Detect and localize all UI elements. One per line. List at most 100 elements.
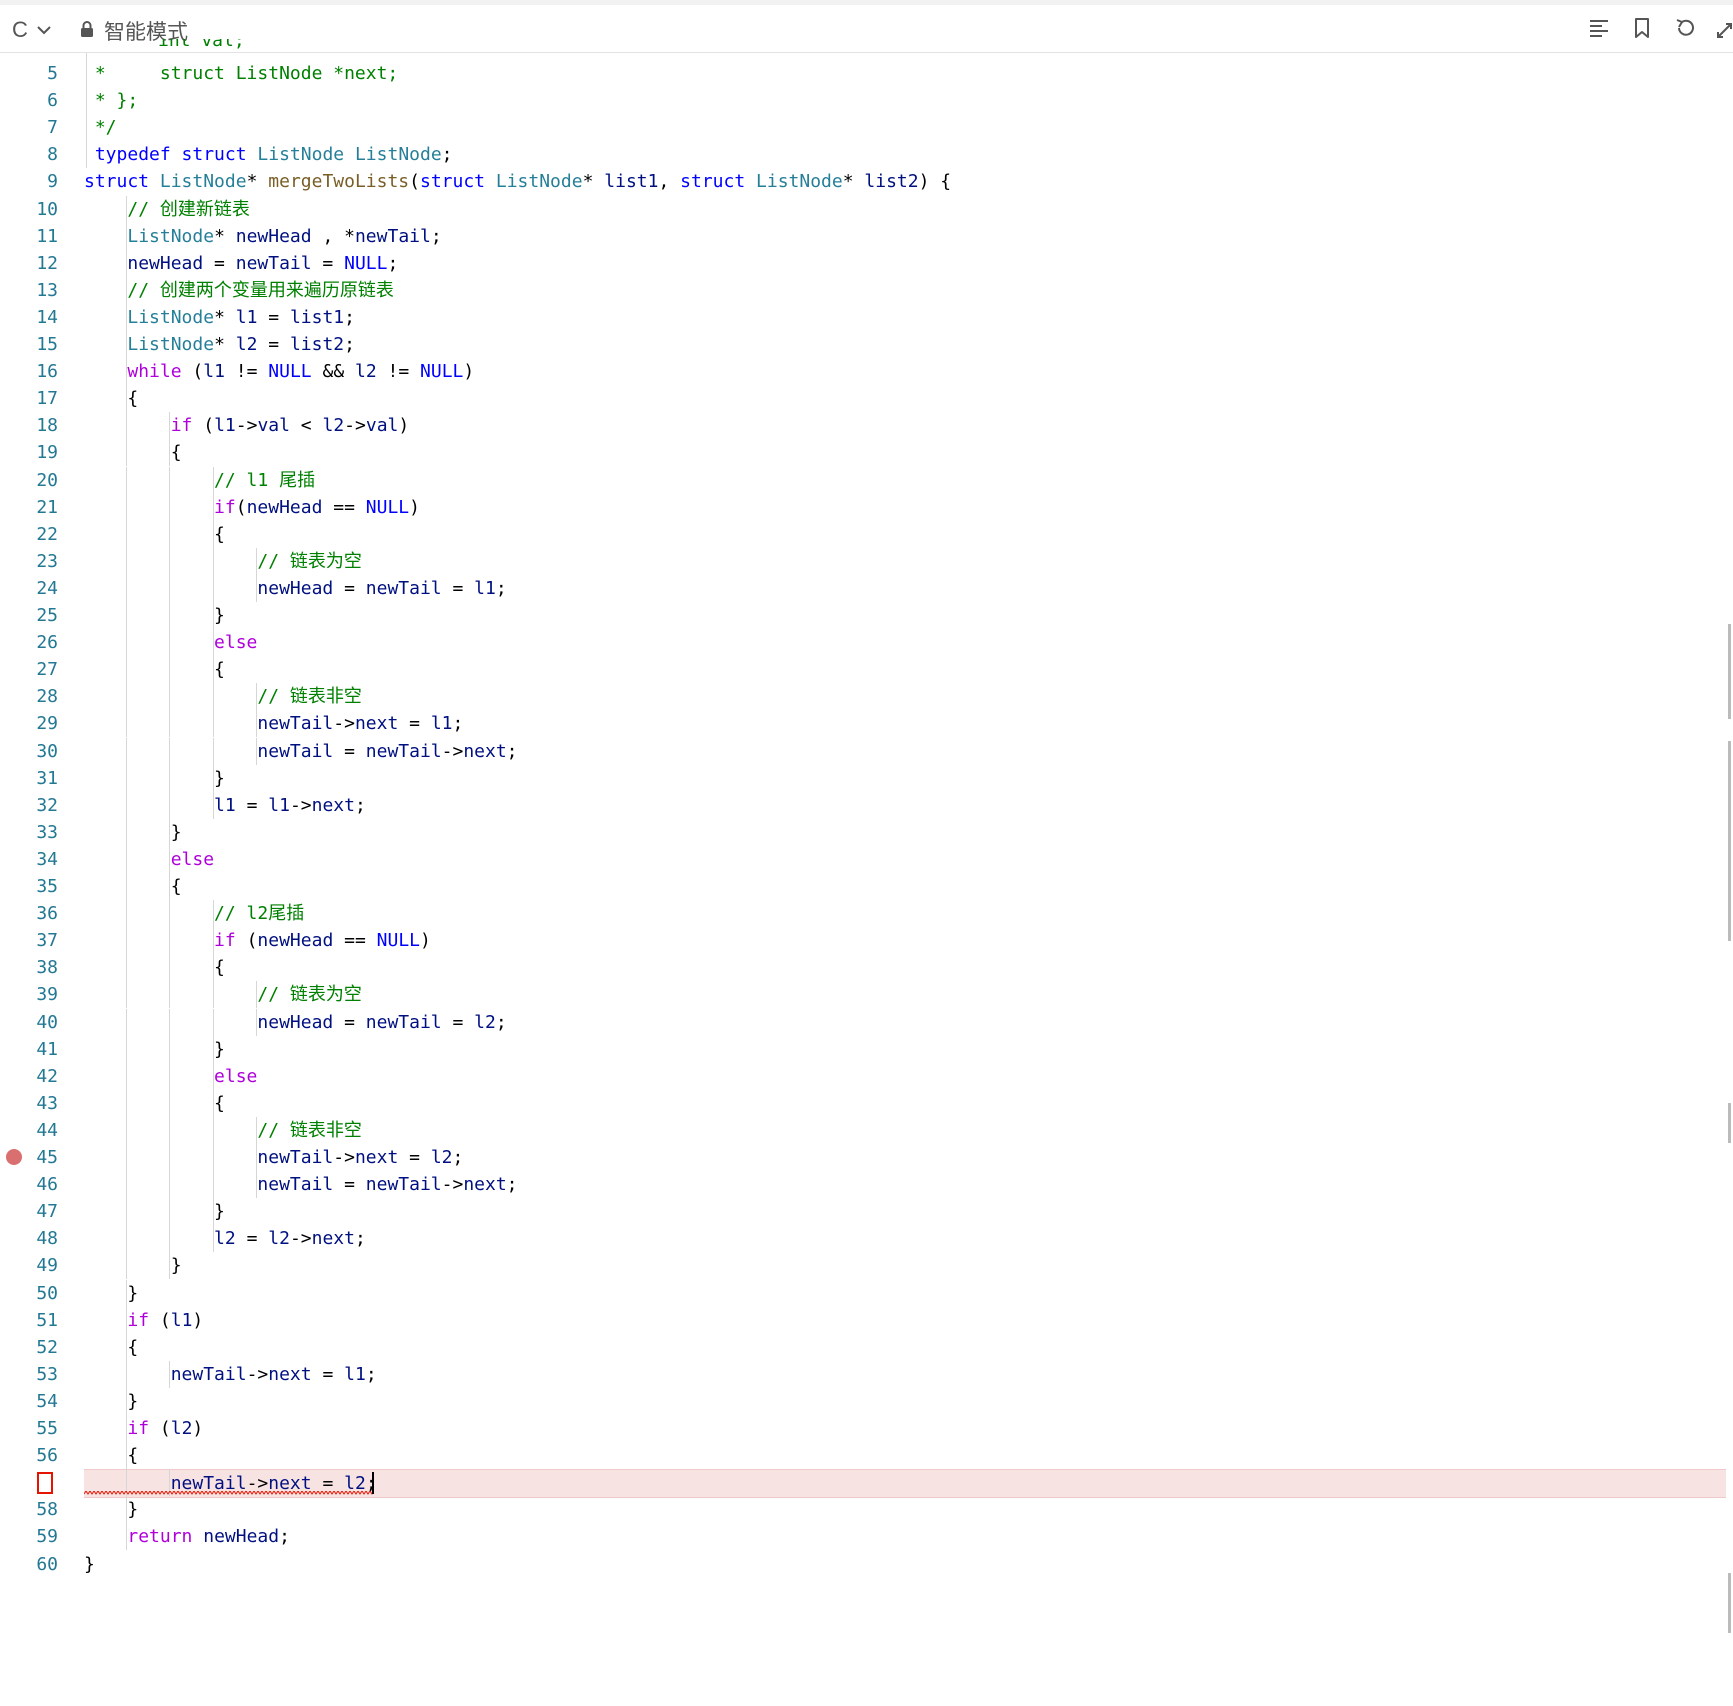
code-line[interactable]: 7 */ — [0, 114, 1733, 141]
code-line[interactable]: 31 } — [0, 765, 1733, 792]
code-line[interactable]: 54 } — [0, 1388, 1733, 1415]
code-editor[interactable]: int val; 5 * struct ListNode *next; 6 * }… — [0, 39, 1733, 1706]
code-line[interactable]: 49 } — [0, 1252, 1733, 1279]
code-line[interactable]: 42 else — [0, 1063, 1733, 1090]
line-number: 15 — [36, 334, 58, 355]
code-text: while (l1 != NULL && l2 != NULL) — [127, 361, 475, 383]
code-line[interactable]: 35 { — [0, 873, 1733, 900]
code-text: } — [84, 821, 182, 843]
code-line[interactable]: 40 newHead = newTail = l2; — [0, 1009, 1733, 1036]
code-line[interactable]: 50 } — [0, 1280, 1733, 1307]
code-line[interactable]: 26 else — [0, 629, 1733, 656]
code-line[interactable]: 43 { — [0, 1090, 1733, 1117]
code-line[interactable]: 51 if (l1) — [0, 1307, 1733, 1334]
line-number: 59 — [36, 1526, 58, 1548]
code-line[interactable]: 16 while (l1 != NULL && l2 != NULL) — [0, 358, 1733, 385]
indent-guide — [169, 900, 171, 928]
indent-guide — [169, 710, 171, 738]
line-number: 49 — [36, 1255, 58, 1277]
error-marker-icon[interactable] — [37, 1472, 53, 1495]
code-line[interactable]: 24 newHead = newTail = l1; — [0, 575, 1733, 602]
code-line[interactable]: 46 newTail = newTail->next; — [0, 1171, 1733, 1198]
indent-guide — [169, 493, 171, 521]
code-line[interactable]: 29 newTail->next = l1; — [0, 710, 1733, 737]
code-line[interactable]: 58 } — [0, 1496, 1733, 1523]
code-text: newTail->next = l2; — [257, 1147, 464, 1168]
line-number: 22 — [36, 523, 58, 545]
vertical-scrollbar[interactable] — [1726, 53, 1733, 1706]
breakpoint-icon[interactable] — [6, 1149, 22, 1165]
code-line[interactable]: 38 { — [0, 954, 1733, 981]
line-number: 54 — [36, 1390, 58, 1412]
code-text: } — [84, 1282, 139, 1304]
indent-guide — [169, 1198, 171, 1226]
code-line[interactable]: 9 struct ListNode* mergeTwoLists(struct L… — [0, 168, 1733, 195]
indent-guide — [126, 1225, 127, 1253]
code-line[interactable]: 8 typedef struct ListNode ListNode; — [0, 141, 1733, 168]
code-text: } — [84, 767, 225, 789]
code-line[interactable]: 60} — [0, 1551, 1733, 1578]
code-line[interactable]: 37 if (newHead == NULL) — [0, 927, 1733, 954]
code-line[interactable]: 21 if(newHead == NULL) — [0, 494, 1733, 521]
indent-guide — [126, 764, 127, 792]
indent-guide — [256, 710, 258, 738]
line-number: 53 — [36, 1363, 58, 1385]
code-line[interactable]: 12 newHead = newTail = NULL; — [0, 250, 1733, 277]
code-line[interactable]: 5 * struct ListNode *next; — [0, 60, 1733, 87]
code-line[interactable]: 32 l1 = l1->next; — [0, 792, 1733, 819]
line-number: 20 — [36, 469, 58, 491]
code-line[interactable]: 23 // 链表为空 — [0, 548, 1733, 575]
chevron-down-icon[interactable] — [36, 21, 52, 40]
indent-guide — [126, 845, 127, 873]
code-line[interactable]: 10 // 创建新链表 — [0, 196, 1733, 223]
code-line[interactable]: 14 ListNode* l1 = list1; — [0, 304, 1733, 331]
line-number: 9 — [47, 171, 58, 193]
code-line[interactable]: 15 ListNode* l2 = list2; — [0, 331, 1733, 358]
code-line[interactable]: 55 if (l2) — [0, 1415, 1733, 1442]
code-text: newHead = newTail = l1; — [257, 577, 507, 599]
code-line[interactable]: 52 { — [0, 1334, 1733, 1361]
code-line[interactable]: 41 } — [0, 1036, 1733, 1063]
code-line[interactable]: 6 * }; — [0, 87, 1733, 114]
line-number: 16 — [36, 361, 58, 383]
code-line[interactable]: 13 // 创建两个变量用来遍历原链表 — [0, 277, 1733, 304]
code-line[interactable]: 28 // 链表非空 — [0, 683, 1733, 710]
code-line[interactable]: 56 { — [0, 1442, 1733, 1469]
indent-guide — [126, 249, 127, 277]
line-number: 5 — [47, 63, 58, 84]
code-line[interactable]: 30 newTail = newTail->next; — [0, 738, 1733, 765]
indent-guide — [212, 602, 214, 630]
line-number: 10 — [36, 198, 58, 220]
code-text: * struct ListNode *next; — [84, 63, 399, 84]
line-number: 29 — [36, 713, 58, 735]
code-line[interactable]: 36 // l2尾插 — [0, 900, 1733, 927]
code-line[interactable]: 25 } — [0, 602, 1733, 629]
scrollbar-mark — [1728, 741, 1731, 941]
code-line[interactable]: 18 if (l1->val < l2->val) — [0, 412, 1733, 439]
code-text: { — [84, 1445, 139, 1467]
line-number: 36 — [36, 903, 58, 925]
indent-guide — [212, 520, 214, 548]
code-line[interactable]: 44 // 链表非空 — [0, 1117, 1733, 1144]
code-line[interactable]: 45 newTail->next = l2; — [0, 1144, 1733, 1171]
code-line[interactable]: 59 return newHead; — [0, 1523, 1733, 1550]
code-text: else — [170, 848, 215, 870]
code-line[interactable]: 27 { — [0, 656, 1733, 683]
indent-guide — [126, 466, 127, 494]
code-line[interactable]: 47 } — [0, 1198, 1733, 1225]
error-squiggle — [84, 1491, 374, 1496]
code-line[interactable]: 33 } — [0, 819, 1733, 846]
indent-guide — [256, 981, 258, 1009]
code-line[interactable]: 48 l2 = l2->next; — [0, 1225, 1733, 1252]
code-line[interactable]: 39 // 链表为空 — [0, 981, 1733, 1008]
indent-guide — [126, 1279, 127, 1307]
code-line[interactable]: 53 newTail->next = l1; — [0, 1361, 1733, 1388]
text-cursor — [372, 1472, 374, 1495]
code-line[interactable]: 11 ListNode* newHead , *newTail; — [0, 223, 1733, 250]
code-line[interactable]: 19 { — [0, 439, 1733, 466]
code-line[interactable]: 34 else — [0, 846, 1733, 873]
code-line[interactable]: 22 { — [0, 521, 1733, 548]
indent-guide — [126, 439, 127, 467]
code-line[interactable]: 20 // l1 尾插 — [0, 467, 1733, 494]
code-line[interactable]: 17 { — [0, 385, 1733, 412]
